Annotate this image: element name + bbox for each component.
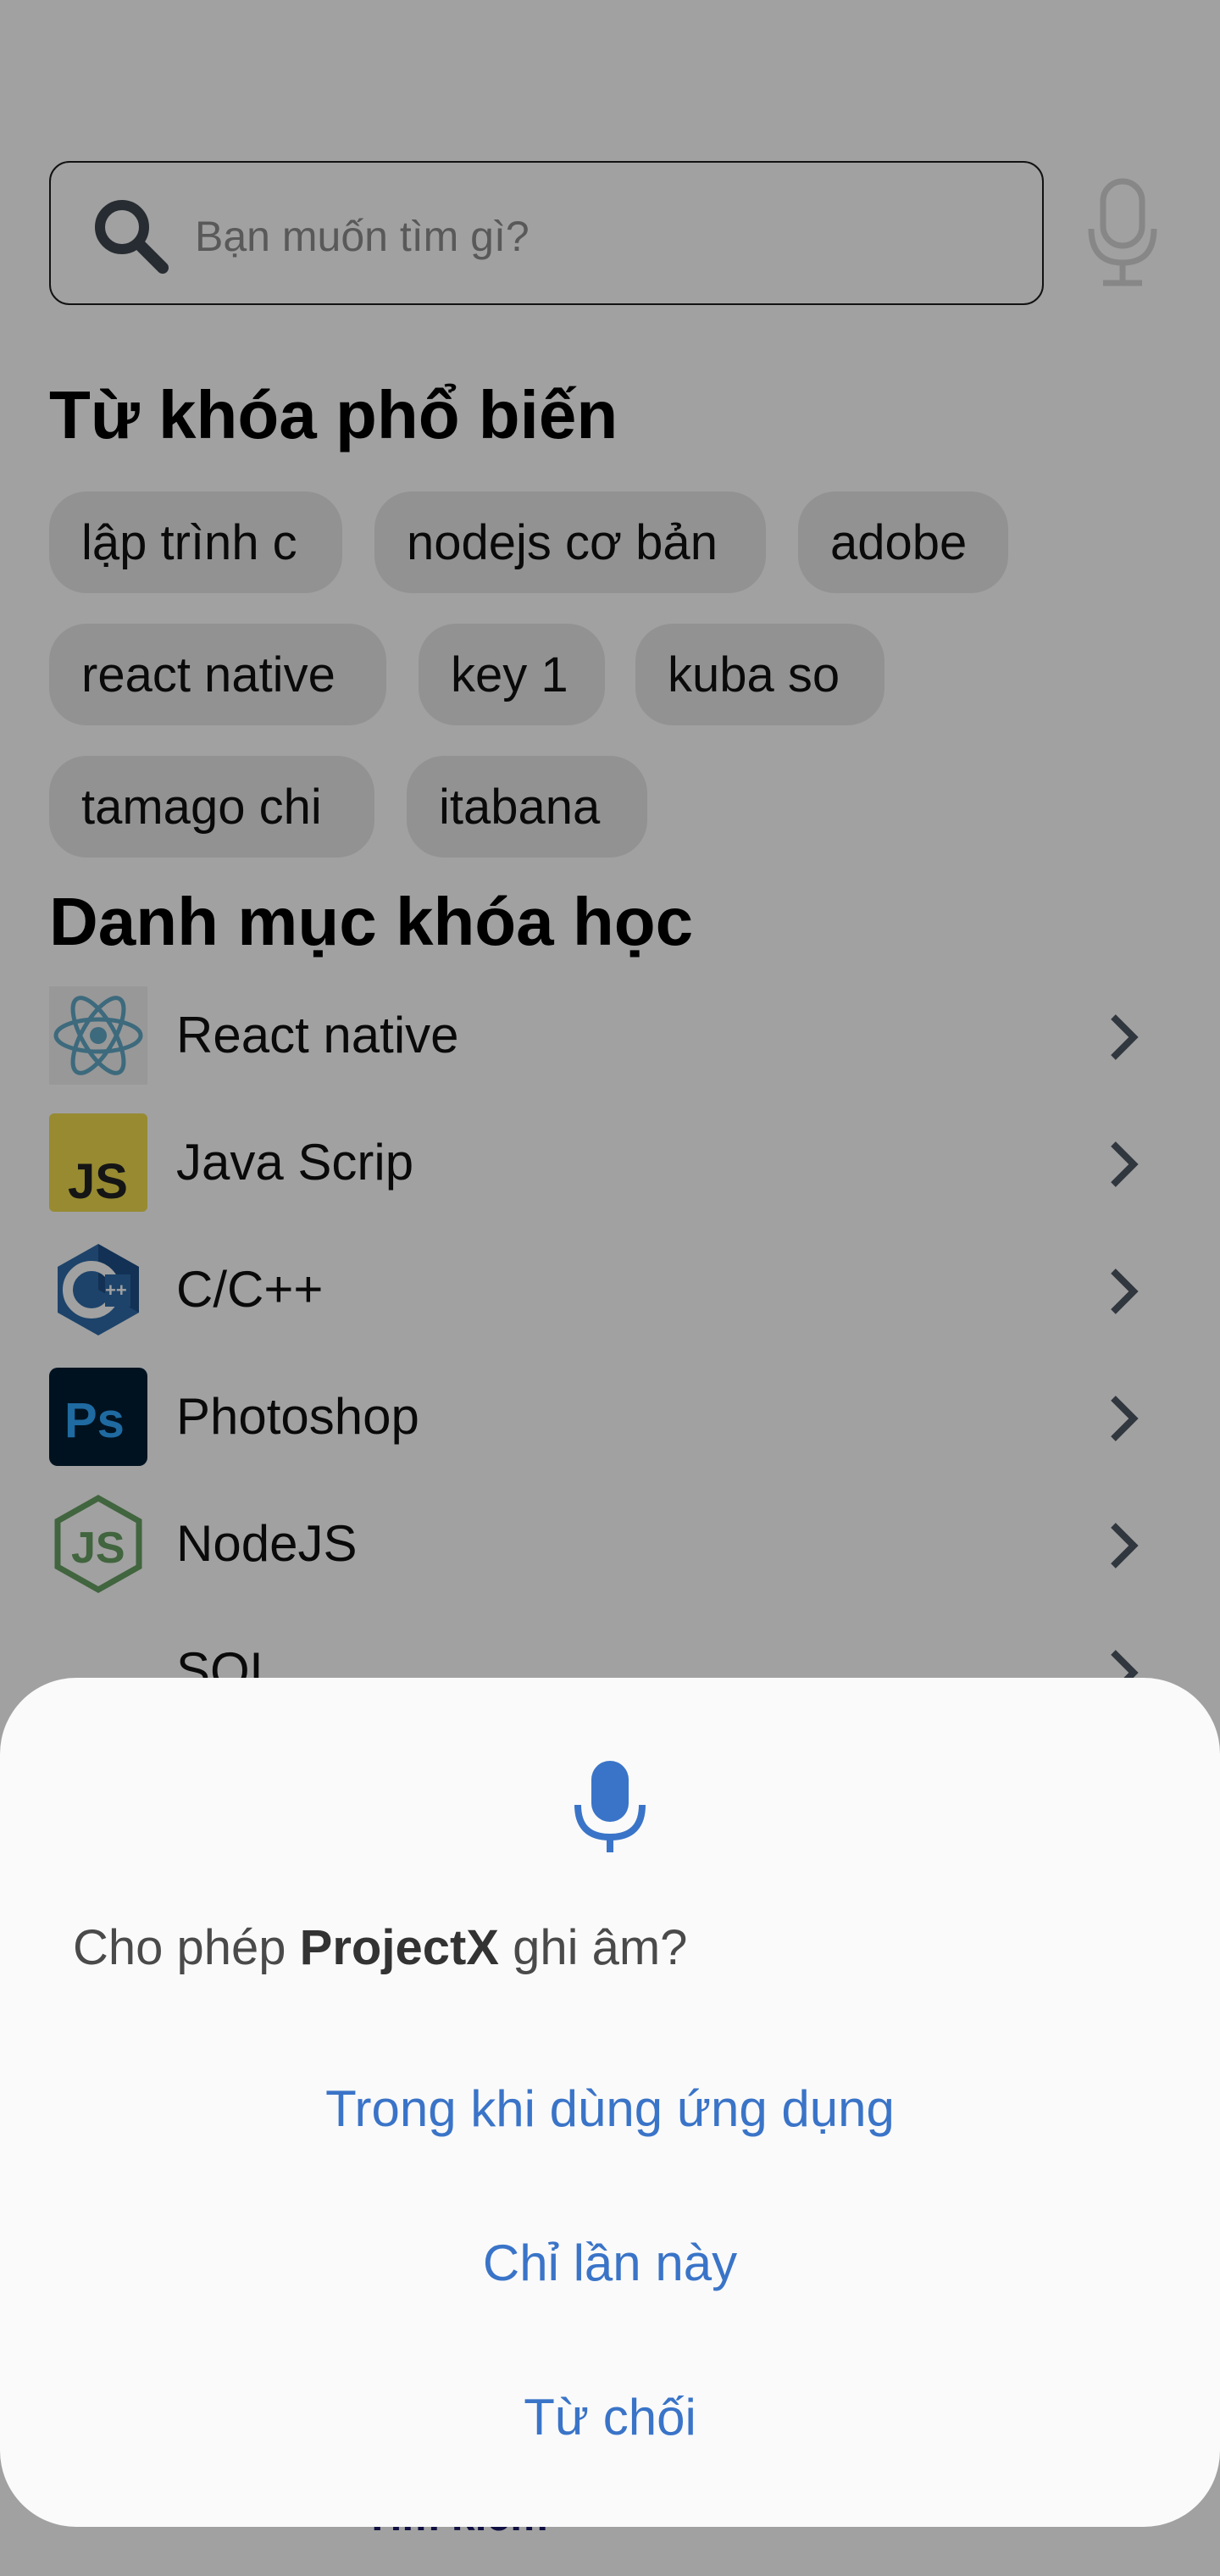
- message-prefix: Cho phép: [73, 1920, 300, 1975]
- allow-while-using-button[interactable]: Trong khi dùng ứng dụng: [0, 2040, 1220, 2176]
- microphone-icon: [574, 1761, 646, 1852]
- microphone-permission-dialog: Cho phép ProjectX ghi âm? Trong khi dùng…: [0, 1678, 1220, 2527]
- message-suffix: ghi âm?: [498, 1920, 688, 1975]
- app-name: ProjectX: [299, 1920, 499, 1975]
- deny-button[interactable]: Từ chối: [0, 2349, 1220, 2484]
- permission-message: Cho phép ProjectX ghi âm?: [73, 1919, 687, 1976]
- allow-once-button[interactable]: Chỉ lần này: [0, 2195, 1220, 2330]
